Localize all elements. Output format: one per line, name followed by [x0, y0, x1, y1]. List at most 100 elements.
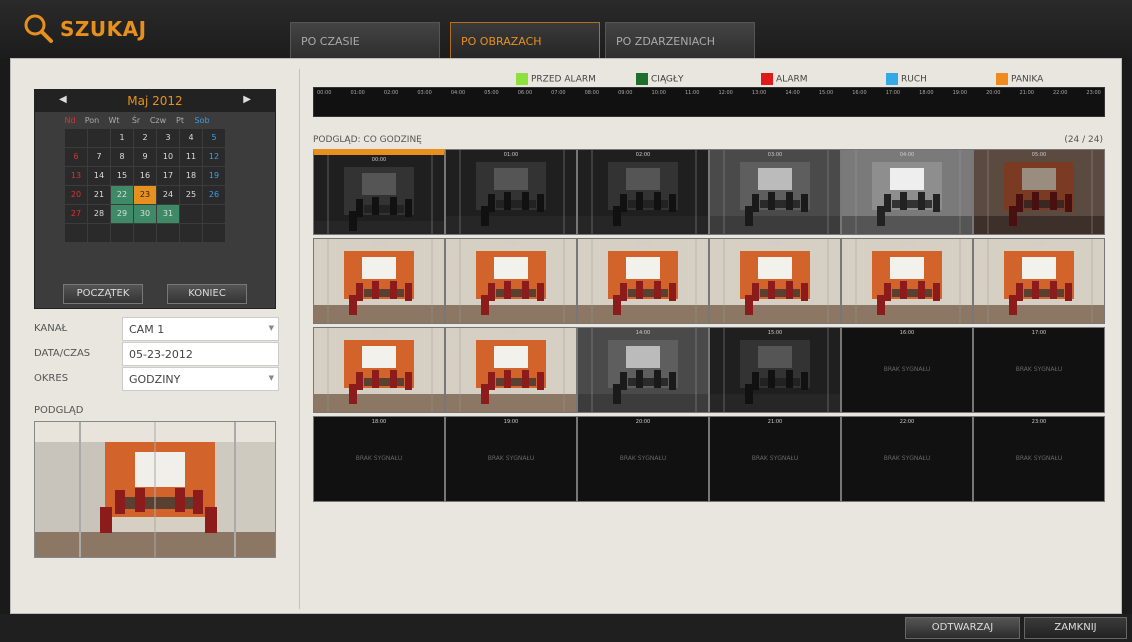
- calendar-day[interactable]: 30: [134, 205, 156, 223]
- thumbnail[interactable]: 00:00: [313, 149, 445, 235]
- calendar-day[interactable]: 25: [180, 186, 202, 204]
- no-signal-text: BRAK SYGNAŁU: [1015, 366, 1063, 373]
- thumbnail[interactable]: 22:00 BRAK SYGNAŁU: [841, 416, 973, 502]
- thumbnail[interactable]: 13:00: [445, 327, 577, 413]
- calendar-day[interactable]: 14: [88, 167, 110, 185]
- calendar-day[interactable]: 9: [134, 148, 156, 166]
- thumbnail[interactable]: 12:00: [313, 327, 445, 413]
- datetime-label: DATA/CZAS: [34, 348, 91, 359]
- thumbnail[interactable]: 16:00 BRAK SYGNAŁU: [841, 327, 973, 413]
- calendar-day[interactable]: 21: [88, 186, 110, 204]
- thumbnail[interactable]: 15:00: [709, 327, 841, 413]
- calendar-day[interactable]: 13: [65, 167, 87, 185]
- calendar-day[interactable]: 26: [203, 186, 225, 204]
- thumbnail[interactable]: 01:00: [445, 149, 577, 235]
- calendar-day[interactable]: 20: [65, 186, 87, 204]
- header-bar: SZUKAJ PO CZASIE PO OBRAZACH PO ZDARZENI…: [0, 0, 1132, 58]
- calendar-day[interactable]: 24: [157, 186, 179, 204]
- timeline-tick: 09:00: [618, 90, 633, 96]
- thumbnail[interactable]: 08:00: [577, 238, 709, 324]
- legend-swatch: [886, 73, 898, 85]
- calendar-day[interactable]: 19: [203, 167, 225, 185]
- calendar-day[interactable]: 7: [88, 148, 110, 166]
- thumbnail[interactable]: 11:00: [973, 238, 1105, 324]
- play-button[interactable]: ODTWARZAJ: [905, 617, 1020, 639]
- calendar-day[interactable]: 16: [134, 167, 156, 185]
- timeline-tick: 06:00: [517, 90, 533, 96]
- datetime-field[interactable]: 05-23-2012: [122, 342, 279, 366]
- calendar-day[interactable]: 12: [203, 148, 225, 166]
- calendar-day[interactable]: 2: [134, 129, 156, 147]
- no-signal-text: BRAK SYGNAŁU: [487, 455, 535, 462]
- weekday-label: Śr: [131, 116, 141, 125]
- calendar-day[interactable]: 31: [157, 205, 179, 223]
- thumbnail[interactable]: 18:00 BRAK SYGNAŁU: [313, 416, 445, 502]
- thumbnail[interactable]: 19:00 BRAK SYGNAŁU: [445, 416, 577, 502]
- timeline-tick: 18:00: [919, 90, 934, 96]
- weekday-label: Nd: [64, 116, 76, 125]
- next-month-icon[interactable]: ▶: [243, 94, 251, 105]
- calendar-day: [134, 224, 156, 242]
- calendar-day[interactable]: 17: [157, 167, 179, 185]
- calendar-day[interactable]: 27: [65, 205, 87, 223]
- end-button[interactable]: KONIEC: [167, 284, 247, 304]
- search-panel: ◀ Maj 2012 ▶ Nd Pon Wt Śr Czw Pt Sob 123…: [10, 58, 1122, 614]
- calendar-day[interactable]: 18: [180, 167, 202, 185]
- thumbnails-title: PODGLĄD: CO GODZINĘ: [313, 135, 422, 145]
- calendar-day[interactable]: 28: [88, 205, 110, 223]
- calendar-day: [65, 224, 87, 242]
- weekday-label: Czw: [149, 116, 167, 125]
- calendar-day[interactable]: 3: [157, 129, 179, 147]
- period-select[interactable]: GODZINY ▼: [122, 367, 279, 391]
- thumbnail[interactable]: 03:00: [709, 149, 841, 235]
- thumbnail-time: 02:00: [635, 152, 651, 158]
- legend-item: PANIKA: [996, 73, 1043, 85]
- thumbnail[interactable]: 23:00 BRAK SYGNAŁU: [973, 416, 1105, 502]
- thumbnail[interactable]: 06:00: [313, 238, 445, 324]
- legend-label: ALARM: [776, 74, 808, 85]
- thumbnail[interactable]: 05:00: [973, 149, 1105, 235]
- calendar-day[interactable]: 8: [111, 148, 133, 166]
- start-button[interactable]: POCZĄTEK: [63, 284, 143, 304]
- timeline-bar[interactable]: 00:00 01:00 02:00 03:00 04:00 05:00 06:00 07:00…: [313, 87, 1105, 117]
- channel-label: KANAŁ: [34, 323, 68, 334]
- calendar-day[interactable]: 15: [111, 167, 133, 185]
- thumbnail[interactable]: 14:00: [577, 327, 709, 413]
- thumbnail[interactable]: 09:00: [709, 238, 841, 324]
- weekday-label: Wt: [108, 116, 120, 125]
- timeline-tick: 01:00: [350, 90, 365, 96]
- thumbnail[interactable]: 10:00: [841, 238, 973, 324]
- timeline-ticks: 00:00 01:00 02:00 03:00 04:00 05:00 06:00 07:00…: [314, 88, 1104, 98]
- calendar-day[interactable]: 22: [111, 186, 133, 204]
- thumbnail[interactable]: 20:00 BRAK SYGNAŁU: [577, 416, 709, 502]
- calendar-day[interactable]: 1: [111, 129, 133, 147]
- calendar-day[interactable]: 10: [157, 148, 179, 166]
- timeline-tick: 03:00: [417, 90, 432, 96]
- close-button[interactable]: ZAMKNIJ: [1024, 617, 1127, 639]
- calendar-day[interactable]: 5: [203, 129, 225, 147]
- timeline-tick: 15:00: [818, 90, 834, 96]
- tab-by-time[interactable]: PO CZASIE: [290, 22, 440, 58]
- tab-by-images[interactable]: PO OBRAZACH: [450, 22, 600, 58]
- thumbnail[interactable]: 17:00 BRAK SYGNAŁU: [973, 327, 1105, 413]
- legend-label: PRZED ALARM: [531, 74, 596, 85]
- thumbnail[interactable]: 21:00 BRAK SYGNAŁU: [709, 416, 841, 502]
- calendar-day[interactable]: 6: [65, 148, 87, 166]
- tab-by-events[interactable]: PO ZDARZENIACH: [605, 22, 755, 58]
- calendar-day: [180, 224, 202, 242]
- calendar-day[interactable]: 11: [180, 148, 202, 166]
- thumbnail[interactable]: 07:00: [445, 238, 577, 324]
- calendar-month: Maj 2012: [127, 94, 183, 108]
- calendar-day[interactable]: 23: [134, 186, 156, 204]
- calendar-day[interactable]: 4: [180, 129, 202, 147]
- calendar-day: [180, 205, 202, 223]
- calendar-day[interactable]: 29: [111, 205, 133, 223]
- datetime-row: DATA/CZAS 05-23-2012: [34, 342, 279, 366]
- thumbnail[interactable]: 02:00: [577, 149, 709, 235]
- thumbnail[interactable]: 04:00: [841, 149, 973, 235]
- timeline-tick: 23:00: [1086, 90, 1101, 96]
- thumbnail-time: 05:00: [1031, 152, 1047, 158]
- channel-select[interactable]: CAM 1 ▼: [122, 317, 279, 341]
- timeline-tick: 12:00: [718, 90, 733, 96]
- legend-item: RUCH: [886, 73, 927, 85]
